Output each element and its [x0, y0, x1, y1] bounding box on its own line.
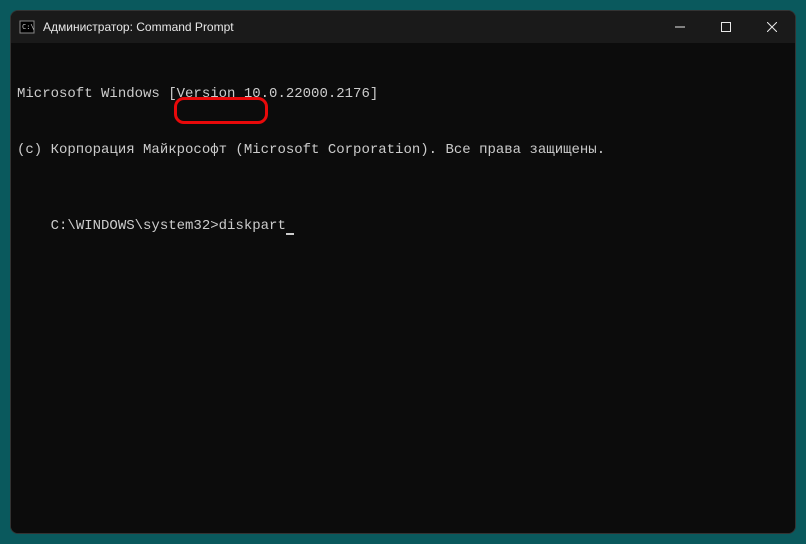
terminal-area[interactable]: Microsoft Windows [Version 10.0.22000.21… [11, 43, 795, 533]
titlebar[interactable]: C:\ Администратор: Command Prompt [11, 11, 795, 43]
copyright-line: (c) Корпорация Майкрософт (Microsoft Cor… [17, 141, 789, 160]
window-title: Администратор: Command Prompt [43, 20, 657, 34]
svg-text:C:\: C:\ [22, 23, 35, 31]
window-controls [657, 11, 795, 43]
version-line: Microsoft Windows [Version 10.0.22000.21… [17, 85, 789, 104]
prompt-text: C:\WINDOWS\system32> [51, 218, 219, 234]
prompt-line: C:\WINDOWS\system32>diskpart [51, 217, 294, 236]
maximize-button[interactable] [703, 11, 749, 43]
close-button[interactable] [749, 11, 795, 43]
minimize-button[interactable] [657, 11, 703, 43]
cmd-icon: C:\ [19, 19, 35, 35]
command-text: diskpart [219, 218, 286, 234]
command-prompt-window: C:\ Администратор: Command Prompt Micros… [10, 10, 796, 534]
cursor [286, 233, 294, 235]
